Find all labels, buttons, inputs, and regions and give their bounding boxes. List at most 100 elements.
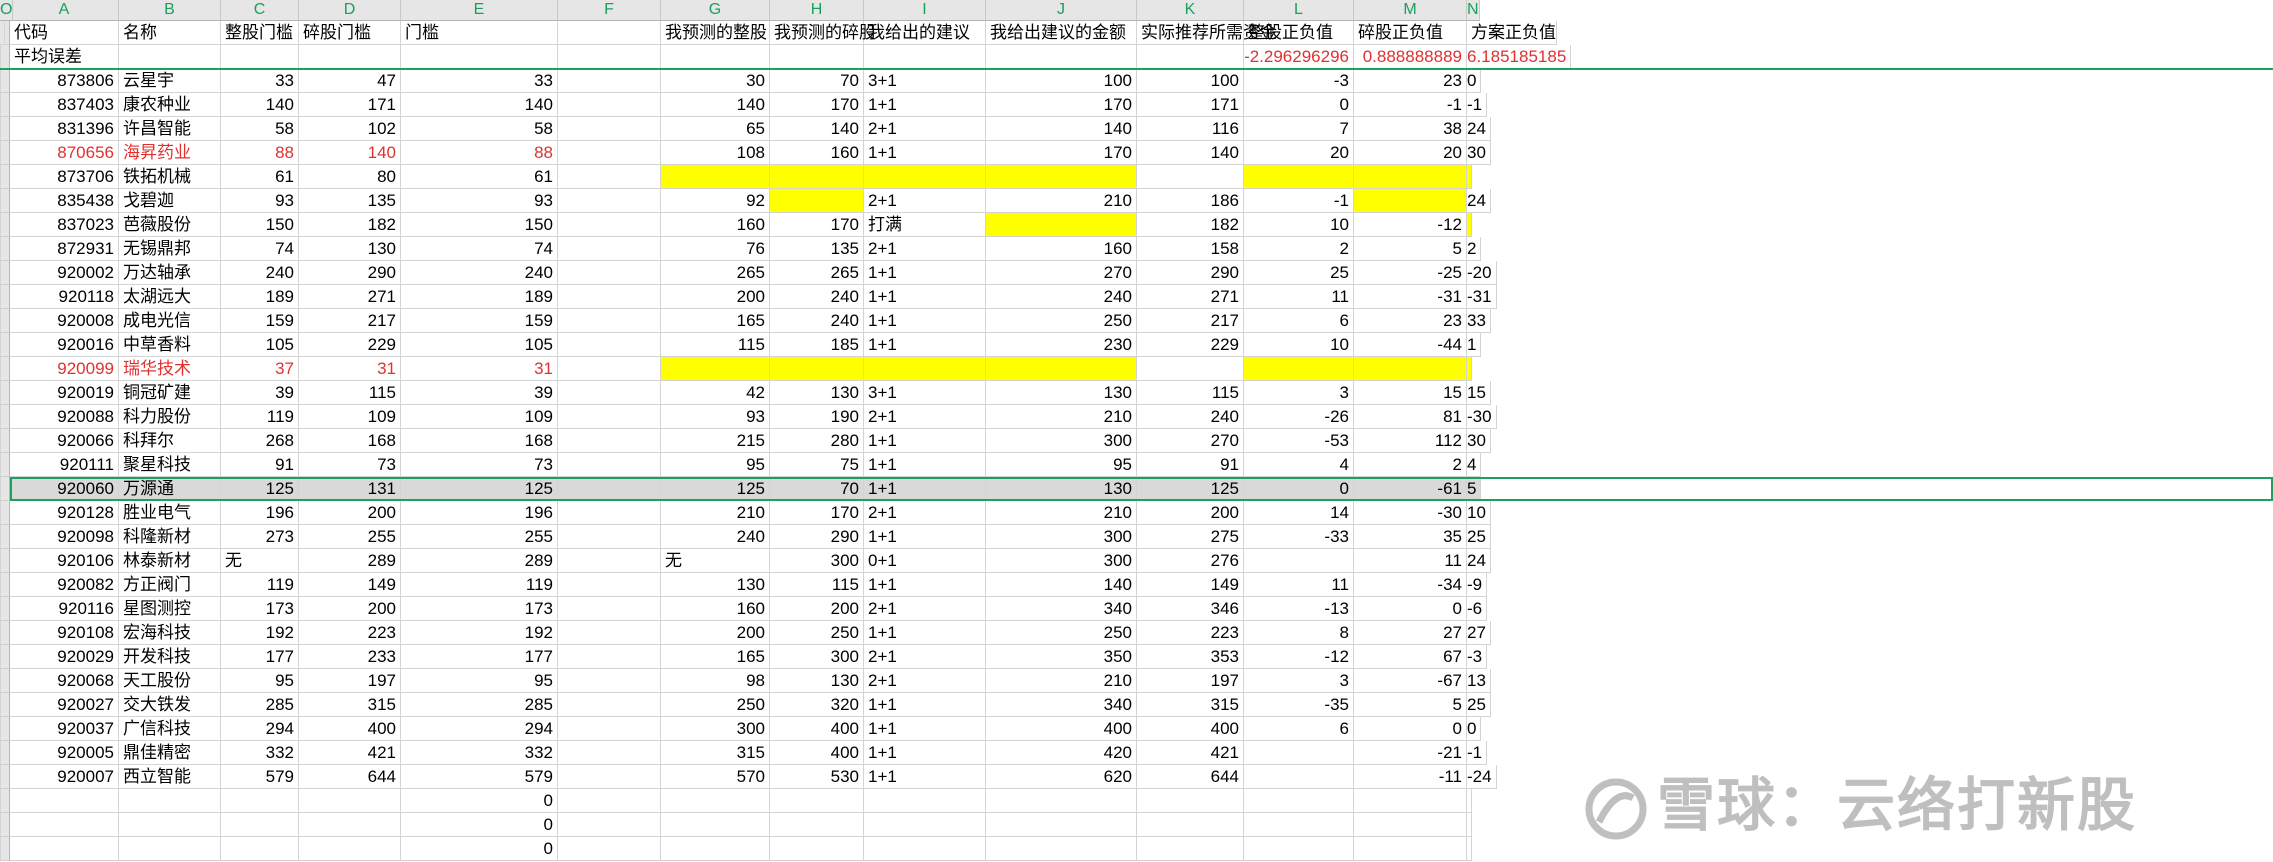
cell-n[interactable]: -1 (1467, 93, 1488, 117)
cell-e[interactable]: 0 (401, 837, 558, 861)
header-cell-n[interactable]: 方案正负值 (1467, 21, 1557, 45)
cell-f[interactable] (558, 693, 661, 717)
cell-l[interactable]: -35 (1244, 693, 1354, 717)
avg-error-n[interactable]: 6.185185185 (1467, 45, 1572, 69)
cell-g[interactable]: 无 (661, 549, 770, 573)
cell-e[interactable]: 0 (401, 789, 558, 813)
header-cell-o[interactable] (0, 21, 5, 45)
cell-k[interactable]: 240 (1137, 405, 1244, 429)
cell-m[interactable]: 0 (1354, 597, 1467, 621)
cell-m[interactable]: 15 (1354, 381, 1467, 405)
cell-d[interactable]: 255 (299, 525, 401, 549)
header-cell-l[interactable]: 整股正负值 (1244, 21, 1354, 45)
cell-i[interactable]: 0+1 (864, 549, 986, 573)
cell-l[interactable]: 25 (1244, 261, 1354, 285)
cell-h[interactable] (770, 789, 864, 813)
cell-b[interactable]: 万达轴承 (119, 261, 221, 285)
column-header-o[interactable]: O (0, 0, 14, 21)
row-header[interactable] (0, 381, 10, 405)
cell-e[interactable]: 125 (401, 477, 558, 501)
cell-f[interactable] (558, 237, 661, 261)
cell-e[interactable]: 168 (401, 429, 558, 453)
header-cell-f[interactable] (558, 21, 661, 45)
cell-h[interactable]: 530 (770, 765, 864, 789)
cell-k[interactable]: 171 (1137, 93, 1244, 117)
cell-e[interactable]: 140 (401, 93, 558, 117)
cell-j[interactable]: 130 (986, 381, 1137, 405)
cell-g[interactable]: 210 (661, 501, 770, 525)
cell-b[interactable]: 成电光信 (119, 309, 221, 333)
cell-k[interactable] (1137, 813, 1244, 837)
cell-g[interactable]: 125 (661, 477, 770, 501)
cell-o[interactable] (0, 765, 1, 789)
cell-g[interactable]: 140 (661, 93, 770, 117)
cell-a[interactable]: 835438 (10, 189, 119, 213)
cell-n[interactable] (1467, 357, 1472, 381)
cell-j[interactable] (986, 813, 1137, 837)
cell-b[interactable]: 万源通 (119, 477, 221, 501)
cell-e[interactable]: 0 (401, 813, 558, 837)
cell-i[interactable]: 2+1 (864, 237, 986, 261)
cell-o[interactable] (0, 621, 1, 645)
cell-h[interactable]: 75 (770, 453, 864, 477)
cell-c[interactable] (221, 837, 299, 861)
header-cell-c[interactable]: 整股门槛 (221, 21, 299, 45)
cell-l[interactable] (1244, 549, 1354, 573)
header-cell-j[interactable]: 我给出建议的金额 (986, 21, 1137, 45)
cell-e[interactable]: 289 (401, 549, 558, 573)
cell-h[interactable]: 115 (770, 573, 864, 597)
cell-m[interactable]: -34 (1354, 573, 1467, 597)
cell-j[interactable] (986, 45, 1137, 69)
row-header[interactable] (0, 837, 10, 861)
cell-f[interactable] (558, 477, 661, 501)
column-header-c[interactable]: C (221, 0, 299, 21)
cell-f[interactable] (558, 597, 661, 621)
cell-c[interactable]: 119 (221, 405, 299, 429)
cell-e[interactable]: 95 (401, 669, 558, 693)
cell-a[interactable] (10, 789, 119, 813)
cell-o[interactable] (0, 477, 1, 501)
cell-j[interactable]: 140 (986, 573, 1137, 597)
cell-h[interactable]: 400 (770, 741, 864, 765)
cell-e[interactable]: 109 (401, 405, 558, 429)
cell-m[interactable]: 67 (1354, 645, 1467, 669)
cell-m[interactable] (1354, 789, 1467, 813)
cell-k[interactable]: 270 (1137, 429, 1244, 453)
column-header-a[interactable]: A (10, 0, 119, 21)
cell-f[interactable] (558, 717, 661, 741)
cell-l[interactable] (1244, 813, 1354, 837)
cell-k[interactable]: 644 (1137, 765, 1244, 789)
header-cell-h[interactable]: 我预测的碎股 (770, 21, 876, 45)
cell-b[interactable]: 广信科技 (119, 717, 221, 741)
cell-k[interactable]: 200 (1137, 501, 1244, 525)
cell-o[interactable] (0, 525, 1, 549)
row-header[interactable] (0, 621, 10, 645)
cell-h[interactable] (770, 357, 864, 381)
cell-j[interactable]: 210 (986, 189, 1137, 213)
cell-n[interactable]: 24 (1467, 117, 1491, 141)
cell-e[interactable]: 173 (401, 597, 558, 621)
cell-b[interactable]: 交大铁发 (119, 693, 221, 717)
cell-o[interactable] (0, 693, 1, 717)
cell-d[interactable]: 182 (299, 213, 401, 237)
cell-e[interactable]: 73 (401, 453, 558, 477)
cell-i[interactable]: 1+1 (864, 261, 986, 285)
column-header-h[interactable]: H (770, 0, 864, 21)
cell-l[interactable]: 14 (1244, 501, 1354, 525)
cell-a[interactable]: 920118 (10, 285, 119, 309)
cell-l[interactable]: 2 (1244, 237, 1354, 261)
column-header-m[interactable]: M (1354, 0, 1467, 21)
cell-o[interactable] (0, 789, 1, 813)
cell-j[interactable] (986, 357, 1137, 381)
cell-m[interactable]: -44 (1354, 333, 1467, 357)
cell-j[interactable] (986, 165, 1137, 189)
cell-d[interactable]: 290 (299, 261, 401, 285)
cell-j[interactable]: 400 (986, 717, 1137, 741)
cell-d[interactable]: 149 (299, 573, 401, 597)
row-header[interactable] (0, 213, 10, 237)
cell-l[interactable]: -26 (1244, 405, 1354, 429)
cell-a[interactable]: 870656 (10, 141, 119, 165)
cell-k[interactable]: 290 (1137, 261, 1244, 285)
cell-a[interactable]: 920037 (10, 717, 119, 741)
row-header[interactable] (0, 693, 10, 717)
